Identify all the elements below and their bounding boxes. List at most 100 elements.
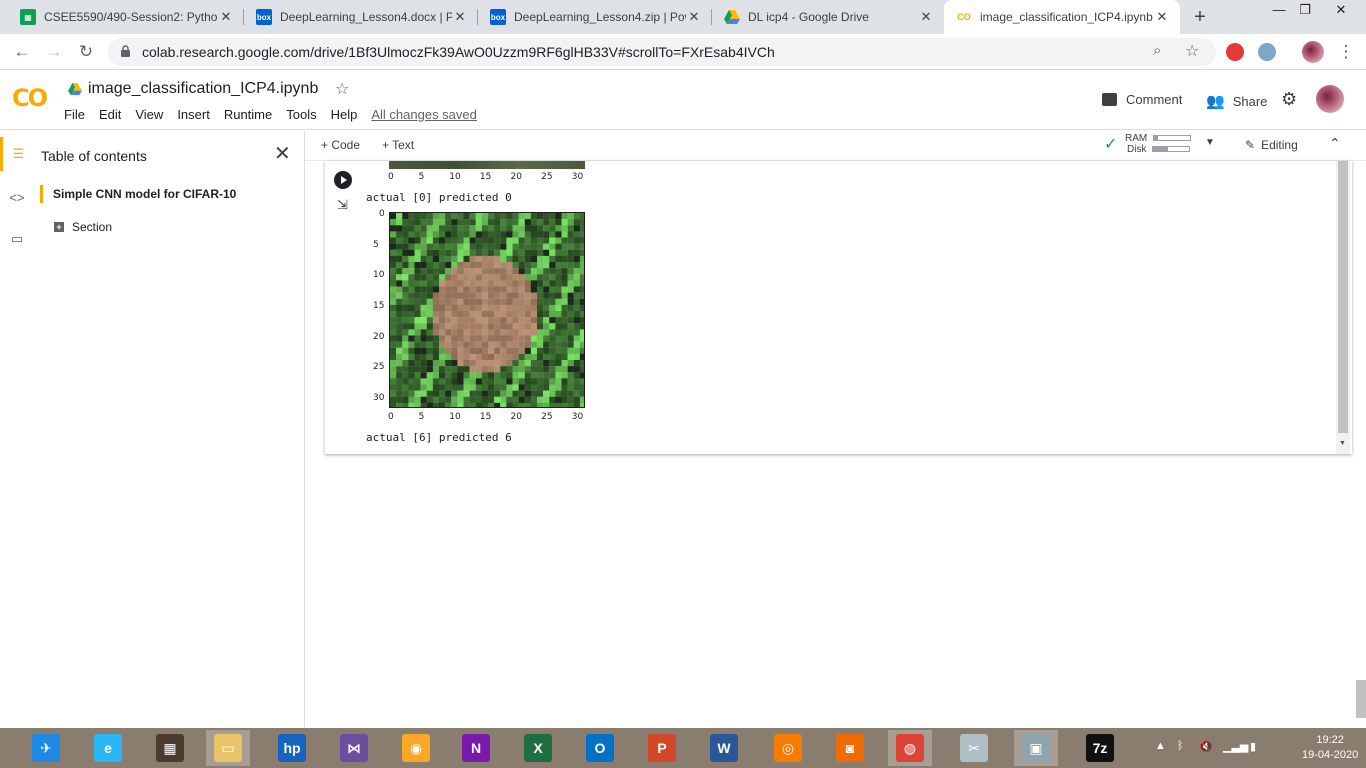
close-tab-icon[interactable]: ✕	[218, 9, 234, 25]
pencil-icon: ✎	[1245, 138, 1256, 152]
account-avatar[interactable]	[1316, 85, 1344, 113]
extension-opera-icon[interactable]	[1226, 43, 1244, 61]
settings-gear-icon[interactable]: ⚙	[1281, 89, 1297, 110]
powerpoint-icon[interactable]: P	[640, 730, 684, 766]
browser-tab[interactable]: ▦ CSEE5590/490-Session2: Python ✕	[8, 0, 244, 34]
browser-menu-icon[interactable]: ⋮	[1334, 40, 1358, 64]
extension-translate-icon[interactable]	[1258, 43, 1276, 61]
paint-app-icon[interactable]: ▦	[148, 730, 192, 766]
run-cell-button[interactable]	[334, 171, 352, 189]
x-tick-label: 25	[541, 172, 553, 182]
expand-icon[interactable]: +	[54, 222, 64, 232]
close-tab-icon[interactable]: ✕	[686, 9, 702, 25]
x-tick-label: 5	[418, 412, 425, 422]
profile-avatar[interactable]	[1302, 41, 1324, 63]
x-tick-label: 0	[388, 172, 394, 182]
previous-image-bottom	[389, 161, 585, 169]
resources-dropdown-icon[interactable]: ▼	[1205, 137, 1215, 148]
bluetooth-icon[interactable]: ᛒ	[1177, 740, 1184, 752]
toc-item-section[interactable]: + Section	[54, 220, 112, 234]
7zip-glyph: 7z	[1086, 734, 1114, 762]
page-scrollbar-thumb[interactable]	[1356, 680, 1366, 718]
camera-icon[interactable]: ◙	[828, 730, 872, 766]
file-explorer-icon[interactable]: ▭	[206, 730, 250, 766]
internet-explorer-icon[interactable]: e	[86, 730, 130, 766]
chrome-icon[interactable]: ◍	[888, 730, 932, 766]
comment-button[interactable]: Comment	[1102, 92, 1182, 107]
menu-tools[interactable]: Tools	[286, 107, 316, 122]
editing-mode-button[interactable]: ✎ Editing	[1245, 138, 1298, 152]
outlook-glyph: O	[586, 734, 614, 762]
photos-icon[interactable]: ▣	[1014, 730, 1058, 766]
close-tab-icon[interactable]: ✕	[918, 9, 934, 25]
left-rail: ☰ <> ▭	[0, 131, 34, 728]
save-status[interactable]: All changes saved	[371, 107, 477, 122]
colab-icon: CO	[957, 12, 971, 22]
close-tab-icon[interactable]: ✕	[1154, 9, 1170, 25]
restore-icon[interactable]: ❐	[1290, 0, 1320, 20]
snip-icon[interactable]: ◎	[766, 730, 810, 766]
window-close-icon[interactable]: ✕	[1326, 0, 1356, 20]
scrollbar-thumb[interactable]	[1338, 161, 1348, 433]
add-code-button[interactable]: + Code	[321, 138, 360, 152]
forward-icon[interactable]: →	[42, 40, 66, 64]
resource-monitor[interactable]: RAM Disk	[1125, 133, 1192, 155]
new-tab-button[interactable]: +	[1188, 5, 1212, 29]
star-icon[interactable]: ☆	[335, 79, 349, 99]
photos-glyph: ▣	[1022, 734, 1050, 762]
outlook-icon[interactable]: O	[578, 730, 622, 766]
toc-item-simple-cnn[interactable]: Simple CNN model for CIFAR-10	[40, 185, 236, 203]
connected-check-icon: ✓	[1104, 136, 1118, 153]
visual-studio-icon[interactable]: ⋈	[332, 730, 376, 766]
add-text-button[interactable]: + Text	[382, 138, 414, 152]
browser-tab[interactable]: box DeepLearning_Lesson4.zip | Pow ✕	[478, 0, 712, 34]
notebook-title[interactable]: image_classification_ICP4.ipynb	[88, 80, 318, 98]
files-folder-icon[interactable]: ▭	[0, 222, 34, 256]
menu-help[interactable]: Help	[331, 107, 358, 122]
address-bar[interactable]: colab.research.google.com/drive/1Bf3Ulmo…	[108, 38, 1216, 66]
browser-tab[interactable]: box DeepLearning_Lesson4.docx | Po ✕	[244, 0, 478, 34]
excel-icon[interactable]: X	[516, 730, 560, 766]
7zip-icon[interactable]: 7z	[1078, 730, 1122, 766]
media-player-icon[interactable]: ◉	[394, 730, 438, 766]
menu-runtime[interactable]: Runtime	[224, 107, 272, 122]
code-snippets-icon[interactable]: <>	[0, 181, 34, 215]
word-icon[interactable]: W	[702, 730, 746, 766]
x-tick-label: 15	[479, 172, 492, 182]
snipping-tool-icon[interactable]: ✂	[952, 730, 996, 766]
drive-icon	[68, 83, 82, 95]
drive-icon	[724, 9, 740, 25]
onenote-icon[interactable]: N	[454, 730, 498, 766]
hp-glyph: hp	[278, 734, 306, 762]
scroll-down-arrow-icon[interactable]: ▼	[1339, 440, 1346, 447]
collapse-header-icon[interactable]: ⌃	[1329, 135, 1341, 152]
reload-icon[interactable]: ↻	[74, 40, 98, 64]
prediction-line-1: actual [0] predicted 0	[366, 191, 512, 204]
browser-tab[interactable]: DL icp4 - Google Drive ✕	[712, 0, 944, 34]
colab-logo[interactable]: CO	[12, 84, 48, 112]
x-tick-label: 15	[479, 412, 492, 422]
system-clock[interactable]: 19:22 19-04-2020	[1302, 733, 1358, 763]
toc-icon[interactable]: ☰	[0, 137, 34, 171]
clear-output-icon[interactable]: ⇲	[337, 197, 348, 213]
menu-edit[interactable]: Edit	[99, 107, 121, 122]
bookmark-star-icon[interactable]: ☆	[1185, 41, 1199, 61]
x-tick-label: 20	[510, 412, 522, 422]
volume-muted-icon[interactable]: 🔇	[1199, 740, 1213, 753]
share-button[interactable]: 👥 Share	[1206, 92, 1267, 110]
close-icon[interactable]: ✕	[274, 141, 291, 166]
hp-icon[interactable]: hp	[270, 730, 314, 766]
close-tab-icon[interactable]: ✕	[452, 9, 468, 25]
zoom-icon[interactable]: ⌕	[1153, 42, 1161, 59]
rocket-app-icon[interactable]: ✈	[24, 730, 68, 766]
network-icon[interactable]: ▁▃▅	[1223, 740, 1248, 753]
back-icon[interactable]: ←	[10, 40, 34, 64]
output-scrollbar[interactable]: ▼	[1336, 161, 1350, 454]
battery-icon[interactable]: ▮	[1250, 740, 1256, 753]
browser-tab-active[interactable]: CO image_classification_ICP4.ipynb ✕	[944, 0, 1180, 34]
tray-expand-icon[interactable]: ▲	[1155, 740, 1166, 752]
menu-view[interactable]: View	[135, 107, 163, 122]
menu-bar: File Edit View Insert Runtime Tools Help…	[64, 107, 491, 122]
menu-insert[interactable]: Insert	[177, 107, 210, 122]
menu-file[interactable]: File	[64, 107, 85, 122]
